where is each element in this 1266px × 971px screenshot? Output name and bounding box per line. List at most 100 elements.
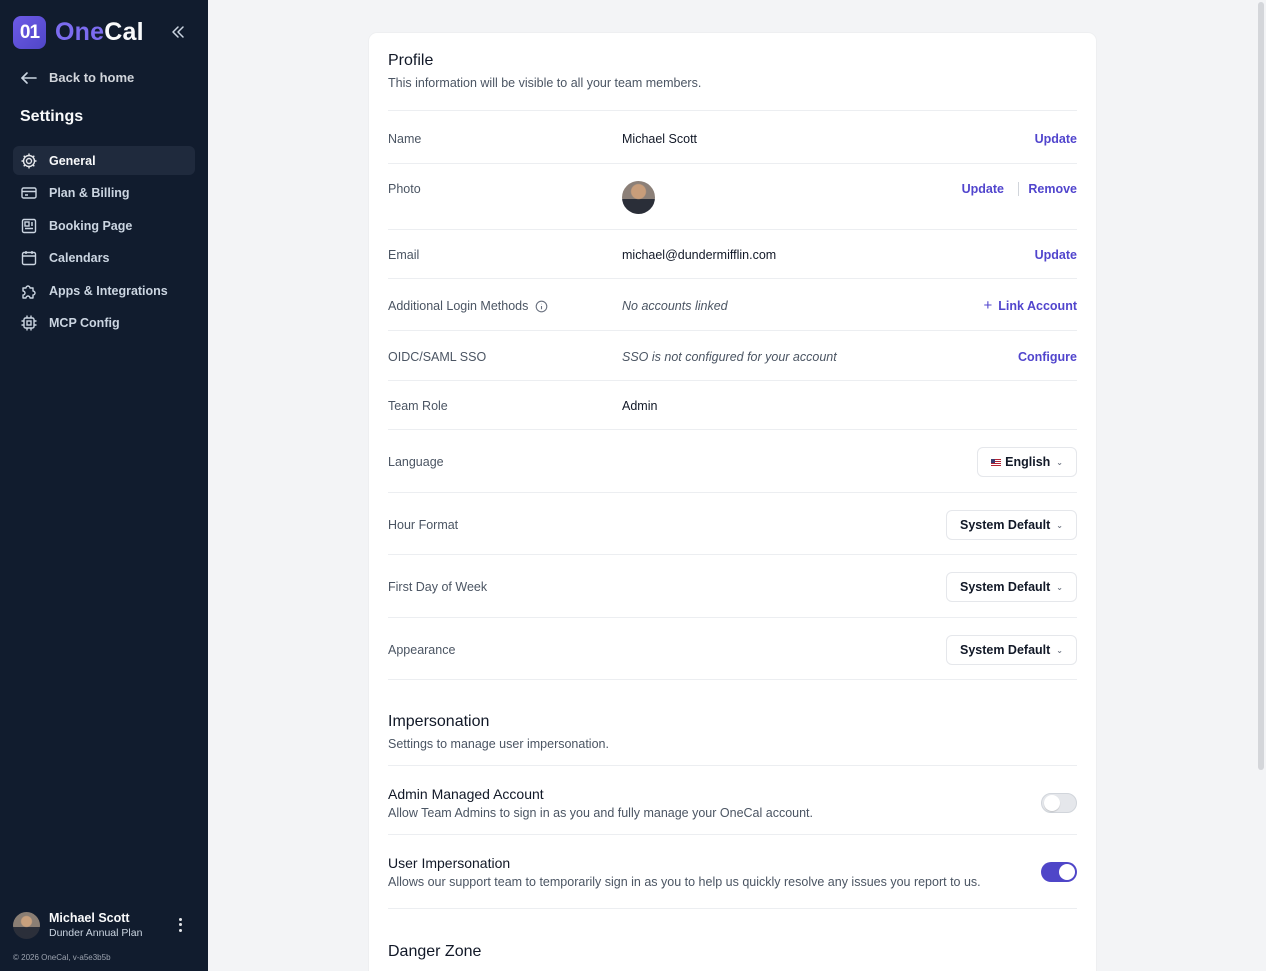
back-to-home-link[interactable]: Back to home: [20, 70, 134, 85]
update-photo-button[interactable]: Update: [962, 182, 1004, 196]
nav-item-mcp-config[interactable]: MCP Config: [13, 309, 195, 338]
admin-managed-row: Admin Managed Account Allow Team Admins …: [388, 765, 1077, 834]
name-label: Name: [388, 132, 422, 146]
chevron-down-icon: ⌄: [1056, 645, 1063, 655]
admin-managed-desc: Allow Team Admins to sign in as you and …: [388, 806, 813, 820]
logo-wordmark: OneCal: [55, 18, 144, 47]
user-profile-box[interactable]: Michael Scott Dunder Annual Plan: [13, 911, 195, 939]
danger-zone-title: Danger Zone: [388, 943, 482, 960]
hour-format-select[interactable]: System Default ⌄: [945, 510, 1077, 540]
login-methods-label: Additional Login Methods: [388, 299, 529, 313]
first-day-select[interactable]: System Default ⌄: [945, 572, 1077, 602]
admin-managed-toggle[interactable]: [1041, 793, 1077, 813]
link-account-button[interactable]: + Link Account: [984, 297, 1077, 314]
nav-item-label: Plan & Billing: [49, 186, 130, 200]
appearance-select[interactable]: System Default ⌄: [945, 635, 1077, 665]
settings-nav: General Plan & Billing Booking Page Cale…: [13, 146, 195, 341]
nav-item-label: Booking Page: [49, 218, 133, 233]
logo-one: One: [55, 18, 105, 46]
email-row: Email michael@dundermifflin.com Update: [388, 229, 1077, 278]
language-select[interactable]: English ⌄: [977, 447, 1077, 477]
remove-photo-button[interactable]: Remove: [1028, 182, 1077, 196]
plus-icon: +: [983, 297, 993, 314]
nav-item-label: Apps & Integrations: [49, 283, 168, 298]
version-footer: © 2026 OneCal, v-a5e3b5b: [13, 953, 111, 962]
toggle-knob: [1059, 864, 1075, 880]
info-icon[interactable]: [535, 300, 548, 313]
divider: [1018, 182, 1019, 196]
arrow-left-icon: [21, 71, 37, 84]
avatar: [622, 181, 655, 214]
impersonation-title: Impersonation: [388, 713, 490, 730]
user-info: Michael Scott Dunder Annual Plan: [49, 911, 142, 939]
page-scrollbar[interactable]: [1256, 0, 1266, 971]
onecal-logo[interactable]: 01 OneCal: [13, 16, 144, 49]
nav-item-label: Calendars: [49, 251, 110, 265]
scrollbar-thumb[interactable]: [1258, 2, 1264, 770]
nav-item-label: MCP Config: [49, 316, 120, 330]
appearance-label: Appearance: [388, 643, 456, 657]
chip-icon: [21, 315, 37, 331]
sso-label: OIDC/SAML SSO: [388, 350, 487, 364]
first-day-label: First Day of Week: [388, 580, 488, 594]
booking-page-icon: [21, 218, 37, 233]
sso-row: OIDC/SAML SSO SSO is not configured for …: [388, 330, 1077, 380]
login-methods-label-wrap: Additional Login Methods: [388, 299, 548, 313]
logo-cal: Cal: [104, 18, 144, 46]
user-plan: Dunder Annual Plan: [49, 927, 143, 939]
name-row: Name Michael Scott Update: [388, 110, 1077, 163]
chevron-down-icon: ⌄: [1056, 520, 1063, 530]
profile-subtitle: This information will be visible to all …: [388, 76, 702, 90]
settings-title: Settings: [20, 108, 84, 125]
chevron-down-icon: ⌄: [1056, 582, 1063, 592]
more-vertical-icon[interactable]: [175, 917, 185, 933]
login-methods-row: Additional Login Methods No accounts lin…: [388, 278, 1077, 330]
language-label: Language: [388, 455, 444, 469]
appearance-select-value: System Default: [959, 643, 1051, 657]
team-role-value: Admin: [622, 399, 658, 413]
user-impersonation-toggle[interactable]: [1041, 862, 1077, 882]
us-flag-icon: [991, 458, 1002, 466]
first-day-select-value: System Default: [959, 580, 1051, 594]
settings-panel: Profile This information will be visible…: [369, 33, 1096, 971]
email-label: Email: [388, 248, 420, 262]
configure-sso-button[interactable]: Configure: [1018, 350, 1077, 364]
nav-item-general[interactable]: General: [13, 146, 195, 175]
hour-format-label: Hour Format: [388, 518, 459, 532]
double-chevron-left-icon: [172, 26, 184, 38]
profile-title: Profile: [388, 52, 434, 69]
hour-format-select-value: System Default: [959, 518, 1051, 532]
login-methods-value: No accounts linked: [622, 299, 728, 313]
toggle-knob: [1044, 795, 1060, 811]
credit-card-icon: [21, 187, 37, 199]
avatar: [13, 911, 40, 939]
team-role-label: Team Role: [388, 399, 448, 413]
calendar-icon: [21, 251, 37, 266]
nav-item-calendars[interactable]: Calendars: [13, 244, 195, 273]
hour-format-row: Hour Format System Default ⌄: [388, 492, 1077, 554]
sidebar: 01 OneCal Back to home Settings General …: [0, 0, 208, 971]
user-impersonation-title: User Impersonation: [388, 855, 511, 871]
update-name-button[interactable]: Update: [1035, 132, 1077, 146]
impersonation-subtitle: Settings to manage user impersonation.: [388, 737, 609, 751]
photo-label: Photo: [388, 182, 421, 196]
user-impersonation-row: User Impersonation Allows our support te…: [388, 834, 1077, 909]
nav-item-plan-billing[interactable]: Plan & Billing: [13, 179, 195, 208]
appearance-row: Appearance System Default ⌄: [388, 617, 1077, 680]
gear-icon: [21, 153, 37, 168]
nav-item-apps-integrations[interactable]: Apps & Integrations: [13, 276, 195, 305]
link-account-label: Link Account: [998, 298, 1077, 313]
update-email-button[interactable]: Update: [1035, 248, 1077, 262]
user-name: Michael Scott: [49, 911, 130, 925]
collapse-sidebar-button[interactable]: [168, 22, 188, 42]
first-day-row: First Day of Week System Default ⌄: [388, 554, 1077, 617]
sso-value: SSO is not configured for your account: [622, 350, 837, 364]
language-row: Language English ⌄: [388, 429, 1077, 492]
team-role-row: Team Role Admin: [388, 380, 1077, 429]
puzzle-icon: [22, 284, 36, 299]
nav-item-booking-page[interactable]: Booking Page: [13, 211, 195, 240]
name-value: Michael Scott: [622, 132, 698, 146]
user-impersonation-desc: Allows our support team to temporarily s…: [388, 875, 981, 889]
chevron-down-icon: ⌄: [1056, 457, 1063, 467]
language-select-value: English: [1005, 455, 1051, 469]
